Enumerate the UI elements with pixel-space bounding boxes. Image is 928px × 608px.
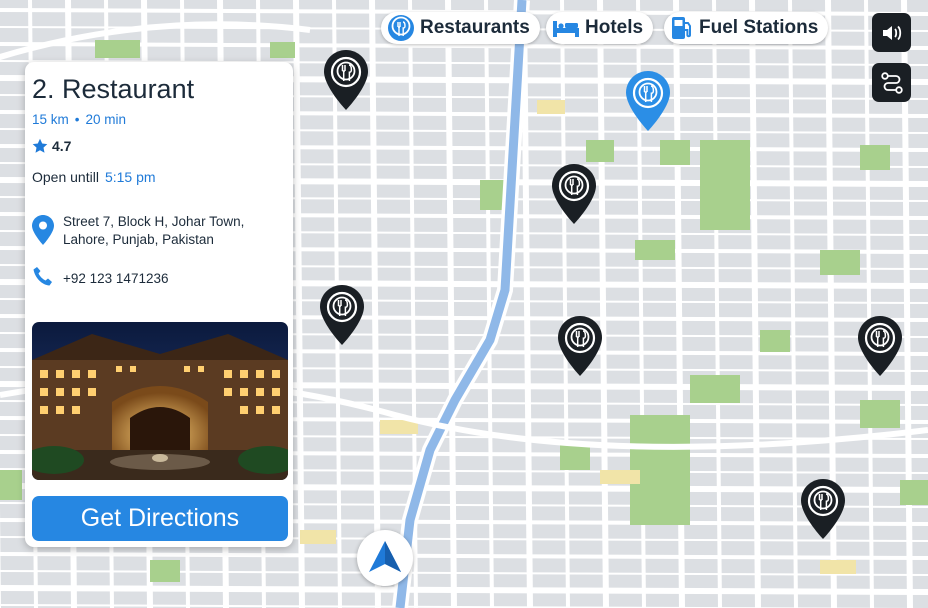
filter-label: Restaurants [420,17,530,38]
speaker-icon [882,25,901,40]
restaurant-pin-icon [552,164,596,224]
distance-duration: 15 km • 20 min [32,112,126,127]
place-title: 2. Restaurant [32,74,195,104]
duration-text: 20 min [85,112,127,127]
restaurant-pin-icon [626,71,670,131]
selected-restaurant-pin[interactable] [625,70,671,132]
restaurant-photo [32,322,288,480]
get-directions-button[interactable]: Get Directions [32,496,288,541]
location-pin-icon [32,215,54,245]
restaurant-icon [388,15,414,41]
restaurant-pin[interactable] [557,315,603,377]
star-icon [32,138,48,153]
address-line-1: Street 7, Block H, Johar Town, [63,214,245,229]
filter-label: Fuel Stations [699,17,819,38]
restaurant-pin[interactable] [800,478,846,540]
phone-icon [33,267,52,286]
filter-label: Hotels [585,17,644,38]
restaurant-pin-icon [558,316,602,376]
rating: 4.7 [32,138,71,154]
route-button[interactable] [872,63,911,102]
restaurant-pin[interactable] [319,284,365,346]
place-details-card: 2. Restaurant 15 km • 20 min 4.7 Open unti… [25,62,293,547]
route-icon [880,71,903,94]
restaurant-pin-icon [801,479,845,539]
filter-hotels[interactable]: Hotels [546,12,654,44]
fuel-pump-icon [672,17,691,39]
sound-button[interactable] [872,13,911,52]
restaurant-pin-icon [858,316,902,376]
phone-number[interactable]: +92 123 1471236 [63,271,168,286]
opening-hours: Open untill 5:15 pm [32,169,156,185]
navigation-arrow-icon [369,541,401,572]
restaurant-pin-icon [320,285,364,345]
current-location-button[interactable] [357,530,413,586]
address: Street 7, Block H, Johar Town, Lahore, P… [63,213,288,249]
distance-text: 15 km [32,112,69,127]
address-line-2: Lahore, Punjab, Pakistan [63,232,214,247]
open-time: 5:15 pm [104,169,156,185]
bed-icon [553,21,579,37]
separator-dot: • [74,112,80,127]
rating-value: 4.7 [52,138,72,154]
restaurant-pin[interactable] [857,315,903,377]
filter-restaurants[interactable]: Restaurants [381,12,540,44]
filter-fuel-stations[interactable]: Fuel Stations [664,12,829,44]
restaurant-pin[interactable] [323,49,369,111]
open-label: Open untill [32,169,99,185]
restaurant-pin-icon [324,50,368,110]
restaurant-pin[interactable] [551,163,597,225]
